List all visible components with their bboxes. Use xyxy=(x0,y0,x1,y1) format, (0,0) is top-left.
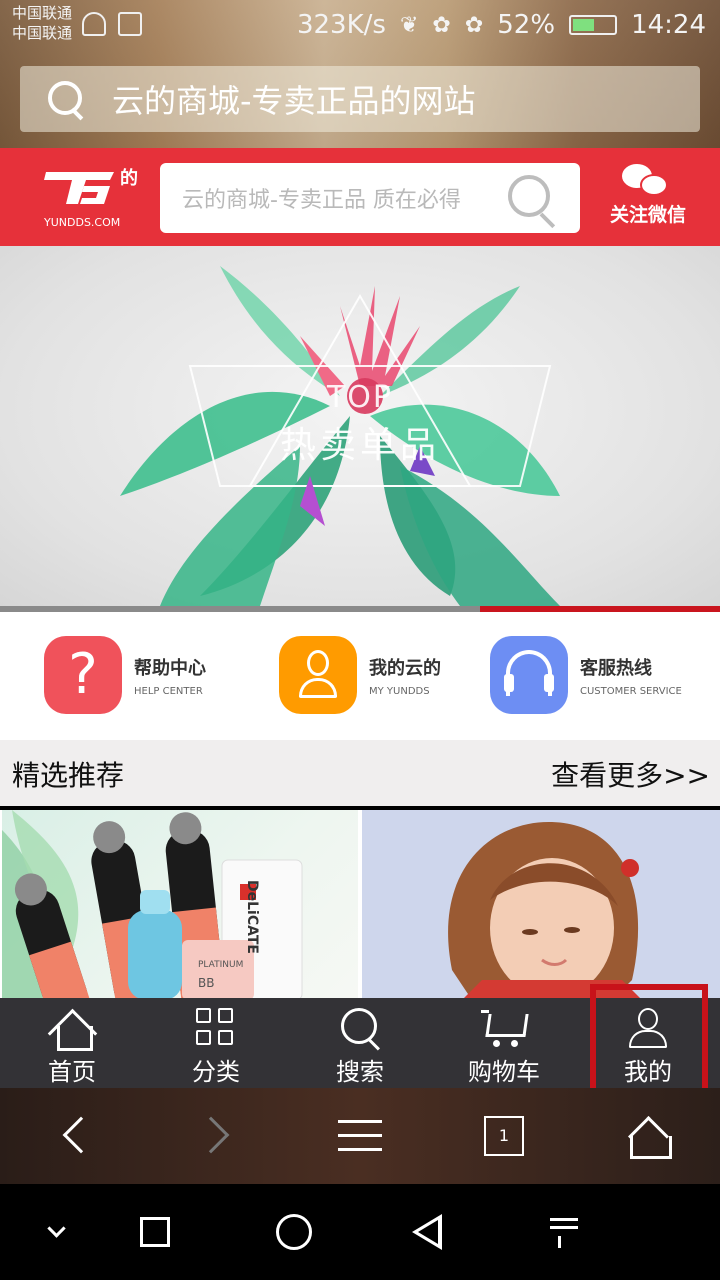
back-system-button[interactable] xyxy=(412,1214,442,1250)
clock: 14:24 xyxy=(631,10,706,40)
nav-home[interactable]: 首页 xyxy=(0,998,144,1088)
wechat-follow-button[interactable]: 关注微信 xyxy=(600,162,696,227)
product-grid: DeLiCATE PLATINUM BB xyxy=(0,810,720,1000)
browser-address-bar[interactable]: 云的商城-专卖正品的网站 xyxy=(20,66,700,132)
my-sublabel: MY YUNDDS xyxy=(369,685,430,697)
service-sublabel: CUSTOMER SERVICE xyxy=(580,685,682,697)
logo-mark xyxy=(44,172,114,204)
quick-link-my[interactable]: 我的云的 MY YUNDDS xyxy=(279,636,441,714)
tabs-button[interactable]: 1 xyxy=(480,1112,528,1160)
nav-home-label: 首页 xyxy=(48,1058,96,1086)
tab-count: 1 xyxy=(484,1116,524,1156)
product-card-cosmetics[interactable]: DeLiCATE PLATINUM BB xyxy=(2,810,358,1000)
help-label: 帮助中心 xyxy=(134,657,206,679)
headset-icon xyxy=(490,636,568,714)
network-speed: 323K/s xyxy=(296,10,386,40)
cosmetics-image xyxy=(2,810,303,1000)
nav-cart[interactable]: 购物车 xyxy=(432,998,576,1088)
quick-link-service[interactable]: 客服热线 CUSTOMER SERVICE xyxy=(490,636,682,714)
site-search-box[interactable]: 云的商城-专卖正品 质在必得 xyxy=(160,163,580,233)
promo-banner[interactable]: TOP 热卖单品 xyxy=(0,246,720,608)
banner-title: 热卖单品 xyxy=(279,425,440,466)
site-header: 的 YUNDDS.COM 云的商城-专卖正品 质在必得 关注微信 xyxy=(0,148,720,246)
quick-links: ? 帮助中心 HELP CENTER 我的云的 MY YUNDDS 客服热线 C… xyxy=(0,612,720,740)
nav-cart-label: 购物车 xyxy=(468,1058,540,1086)
menu-line xyxy=(338,1134,382,1137)
home-icon xyxy=(49,1006,95,1051)
wechat-icon xyxy=(600,162,696,200)
menu-button[interactable] xyxy=(336,1112,384,1160)
android-nav-bar xyxy=(0,1184,720,1280)
nav-search[interactable]: 搜索 xyxy=(288,998,432,1088)
status-bar: 中国联通 中国联通 323K/s ❦ ✿ ✿ 52% 14:24 xyxy=(0,0,720,56)
site-search-icon[interactable] xyxy=(508,175,560,227)
forward-button[interactable] xyxy=(192,1112,242,1160)
logo-char: 的 xyxy=(120,168,138,189)
clover-icon-2: ✿ xyxy=(464,12,484,38)
image-icon xyxy=(118,12,142,36)
nav-category-label: 分类 xyxy=(192,1058,240,1086)
child-photo xyxy=(448,821,642,1000)
carrier-2: 中国联通 xyxy=(12,24,73,42)
help-sublabel: HELP CENTER xyxy=(134,685,203,697)
product-brand-text: DeLiCATE xyxy=(244,880,260,954)
browser-home-button[interactable] xyxy=(624,1112,672,1160)
carrier-1: 中国联通 xyxy=(12,4,73,22)
chevron-right-icon xyxy=(192,1116,230,1154)
battery-icon xyxy=(569,15,618,35)
user-icon xyxy=(279,636,357,714)
home-button[interactable] xyxy=(276,1214,312,1250)
status-icons xyxy=(82,12,142,36)
chevron-left-icon xyxy=(62,1116,100,1154)
product-card-kids[interactable] xyxy=(362,810,720,1000)
status-right: 323K/s ❦ ✿ ✿ 52% 14:24 xyxy=(297,10,706,40)
battery-percent: 52% xyxy=(497,10,556,40)
help-icon: ? xyxy=(44,636,122,714)
search-icon xyxy=(48,81,84,117)
android-debug-icon xyxy=(82,12,106,36)
site-logo[interactable]: 的 YUNDDS.COM xyxy=(40,164,140,234)
featured-section-header: 精选推荐 查看更多>> xyxy=(0,740,720,806)
address-text: 云的商城-专卖正品的网站 xyxy=(112,82,476,120)
hide-nav-button[interactable] xyxy=(40,1214,76,1250)
recent-apps-button[interactable] xyxy=(140,1217,170,1247)
browser-toolbar: 1 xyxy=(0,1088,720,1184)
quick-link-help[interactable]: ? 帮助中心 HELP CENTER xyxy=(44,636,206,714)
product-bb-text: BB xyxy=(198,976,215,990)
logo-domain: YUNDDS.COM xyxy=(44,216,121,229)
highlight-box xyxy=(590,984,708,1102)
battery-fill xyxy=(573,19,595,31)
grid-icon xyxy=(193,1006,239,1050)
product-platinum-text: PLATINUM xyxy=(198,960,244,970)
clover-icon: ✿ xyxy=(432,12,451,38)
banner-top-label: TOP xyxy=(326,380,394,415)
nav-category[interactable]: 分类 xyxy=(144,998,288,1088)
search-icon xyxy=(337,1006,383,1050)
my-label: 我的云的 xyxy=(369,657,441,679)
nav-search-label: 搜索 xyxy=(336,1058,384,1086)
menu-line xyxy=(338,1148,382,1151)
section-title: 精选推荐 xyxy=(12,759,125,792)
service-label: 客服热线 xyxy=(580,657,652,679)
site-search-placeholder: 云的商城-专卖正品 质在必得 xyxy=(182,188,461,213)
wechat-label: 关注微信 xyxy=(609,204,686,226)
back-button[interactable] xyxy=(50,1112,100,1160)
view-more-link[interactable]: 查看更多>> xyxy=(551,754,710,794)
leaf-icon: ❦ xyxy=(399,12,419,38)
menu-line xyxy=(338,1120,382,1123)
notification-pull-button[interactable] xyxy=(546,1214,582,1250)
cart-icon xyxy=(481,1006,527,1050)
carriers: 中国联通 中国联通 xyxy=(12,3,72,43)
